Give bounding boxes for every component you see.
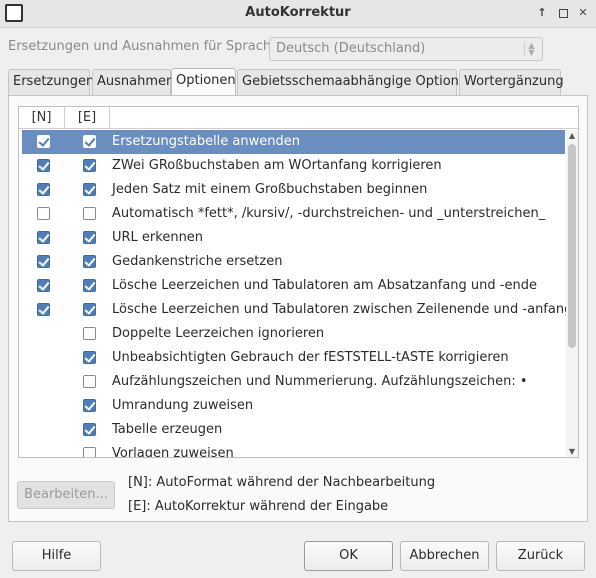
option-label: Doppelte Leerzeichen ignorieren	[112, 326, 325, 341]
table-row[interactable]: Unbeabsichtigten Gebrauch der fESTSTELL-…	[19, 346, 567, 370]
checkbox-e[interactable]	[83, 327, 96, 340]
checkbox-e[interactable]	[83, 399, 96, 412]
table-rows: Ersetzungstabelle anwenden ZWei GRoßbuchs…	[19, 130, 572, 458]
checkbox-e[interactable]	[83, 255, 96, 268]
legend-n: [N]: AutoFormat während der Nachbearbeit…	[128, 475, 436, 490]
checkbox-e[interactable]	[83, 183, 96, 196]
maximize-icon[interactable]	[555, 5, 571, 21]
table-row[interactable]: Vorlagen zuweisen	[19, 442, 567, 458]
tab-ausnahmen[interactable]: Ausnahmen	[92, 69, 174, 95]
options-panel: [N] [E] Ersetzungstabelle anwenden ZWei G…	[8, 95, 588, 522]
back-button[interactable]: Zurück	[496, 541, 585, 571]
option-label: Umrandung zuweisen	[112, 398, 254, 413]
title-bar: AutoKorrektur	[0, 0, 596, 28]
column-header-e[interactable]: [E]	[65, 107, 110, 129]
option-label: Ersetzungstabelle anwenden	[112, 134, 300, 149]
table-row[interactable]: Jeden Satz mit einem Großbuchstaben begi…	[19, 178, 567, 202]
checkbox-e[interactable]	[83, 423, 96, 436]
checkbox-n[interactable]	[37, 303, 50, 316]
checkbox-n[interactable]	[37, 255, 50, 268]
tab-gebietsschema-optionen[interactable]: Gebietsschemaabhängige Optionen	[237, 69, 475, 95]
option-label: URL erkennen	[112, 230, 204, 245]
table-header: [N] [E]	[19, 107, 578, 129]
option-label: Tabelle erzeugen	[112, 422, 223, 437]
legend-e: [E]: AutoKorrektur während der Eingabe	[128, 499, 389, 514]
window-title: AutoKorrektur	[245, 5, 351, 20]
edit-button[interactable]: Bearbeiten...	[17, 481, 115, 509]
close-icon[interactable]	[575, 5, 591, 21]
checkbox-e[interactable]	[83, 303, 96, 316]
table-row[interactable]: Automatisch *fett*, /kursiv/, -durchstre…	[19, 202, 567, 226]
checkbox-e[interactable]	[83, 375, 96, 388]
column-header-n[interactable]: [N]	[19, 107, 65, 129]
tab-wortergaenzung[interactable]: Wortergänzung	[459, 69, 564, 95]
option-label: Unbeabsichtigten Gebrauch der fESTSTELL-…	[112, 350, 509, 365]
spin-arrows-icon: ▲ ▼	[524, 42, 538, 57]
option-label: Vorlagen zuweisen	[112, 446, 234, 458]
table-row[interactable]: Doppelte Leerzeichen ignorieren	[19, 322, 567, 346]
checkbox-e[interactable]	[83, 447, 96, 457]
checkbox-e[interactable]	[83, 351, 96, 364]
checkbox-n[interactable]	[37, 231, 50, 244]
roll-up-icon[interactable]	[534, 5, 550, 21]
scroll-up-arrow-icon[interactable]: ▲	[566, 130, 578, 142]
table-row[interactable]: Lösche Leerzeichen und Tabulatoren zwisc…	[19, 298, 572, 322]
table-row[interactable]: URL erkennen	[19, 226, 567, 250]
checkbox-e[interactable]	[83, 135, 96, 148]
table-row[interactable]: Gedankenstriche ersetzen	[19, 250, 567, 274]
option-label: Automatisch *fett*, /kursiv/, -durchstre…	[112, 206, 546, 221]
language-select-value: Deutsch (Deutschland)	[276, 41, 426, 56]
ok-button[interactable]: OK	[304, 541, 393, 571]
checkbox-n[interactable]	[37, 279, 50, 292]
option-label: Jeden Satz mit einem Großbuchstaben begi…	[112, 182, 428, 197]
vertical-scrollbar[interactable]: ▲ ▼	[566, 130, 578, 457]
checkbox-e[interactable]	[83, 231, 96, 244]
option-label: ZWei GRoßbuchstaben am WOrtanfang korrig…	[112, 158, 442, 173]
checkbox-n[interactable]	[37, 183, 50, 196]
table-row[interactable]: Ersetzungstabelle anwenden	[22, 130, 565, 154]
language-select[interactable]: Deutsch (Deutschland) ▲ ▼	[269, 37, 543, 61]
tab-ersetzungen[interactable]: Ersetzungen	[8, 69, 94, 95]
checkbox-n[interactable]	[37, 135, 50, 148]
option-label: Gedankenstriche ersetzen	[112, 254, 283, 269]
table-row[interactable]: Aufzählungszeichen und Nummerierung. Auf…	[19, 370, 567, 394]
cancel-button[interactable]: Abbrechen	[400, 541, 489, 571]
help-button[interactable]: Hilfe	[12, 541, 101, 571]
option-label: Lösche Leerzeichen und Tabulatoren am Ab…	[112, 278, 537, 293]
tab-optionen[interactable]: Optionen	[171, 68, 236, 96]
option-label: Lösche Leerzeichen und Tabulatoren zwisc…	[112, 302, 573, 317]
table-row[interactable]: Lösche Leerzeichen und Tabulatoren am Ab…	[19, 274, 567, 298]
checkbox-n[interactable]	[37, 159, 50, 172]
scroll-down-arrow-icon[interactable]: ▼	[566, 446, 578, 457]
table-row[interactable]: Umrandung zuweisen	[19, 394, 567, 418]
scrollbar-thumb[interactable]	[568, 144, 576, 348]
table-row[interactable]: Tabelle erzeugen	[19, 418, 567, 442]
checkbox-e[interactable]	[83, 207, 96, 220]
options-table: [N] [E] Ersetzungstabelle anwenden ZWei G…	[18, 106, 579, 458]
checkbox-n[interactable]	[37, 207, 50, 220]
checkbox-e[interactable]	[83, 279, 96, 292]
language-label: Ersetzungen und Ausnahmen für Sprache:	[8, 39, 284, 54]
table-row[interactable]: ZWei GRoßbuchstaben am WOrtanfang korrig…	[19, 154, 567, 178]
checkbox-e[interactable]	[83, 159, 96, 172]
autokorrektur-dialog: AutoKorrektur Ersetzungen und Ausnahmen …	[0, 0, 596, 578]
option-label: Aufzählungszeichen und Nummerierung. Auf…	[112, 374, 528, 389]
